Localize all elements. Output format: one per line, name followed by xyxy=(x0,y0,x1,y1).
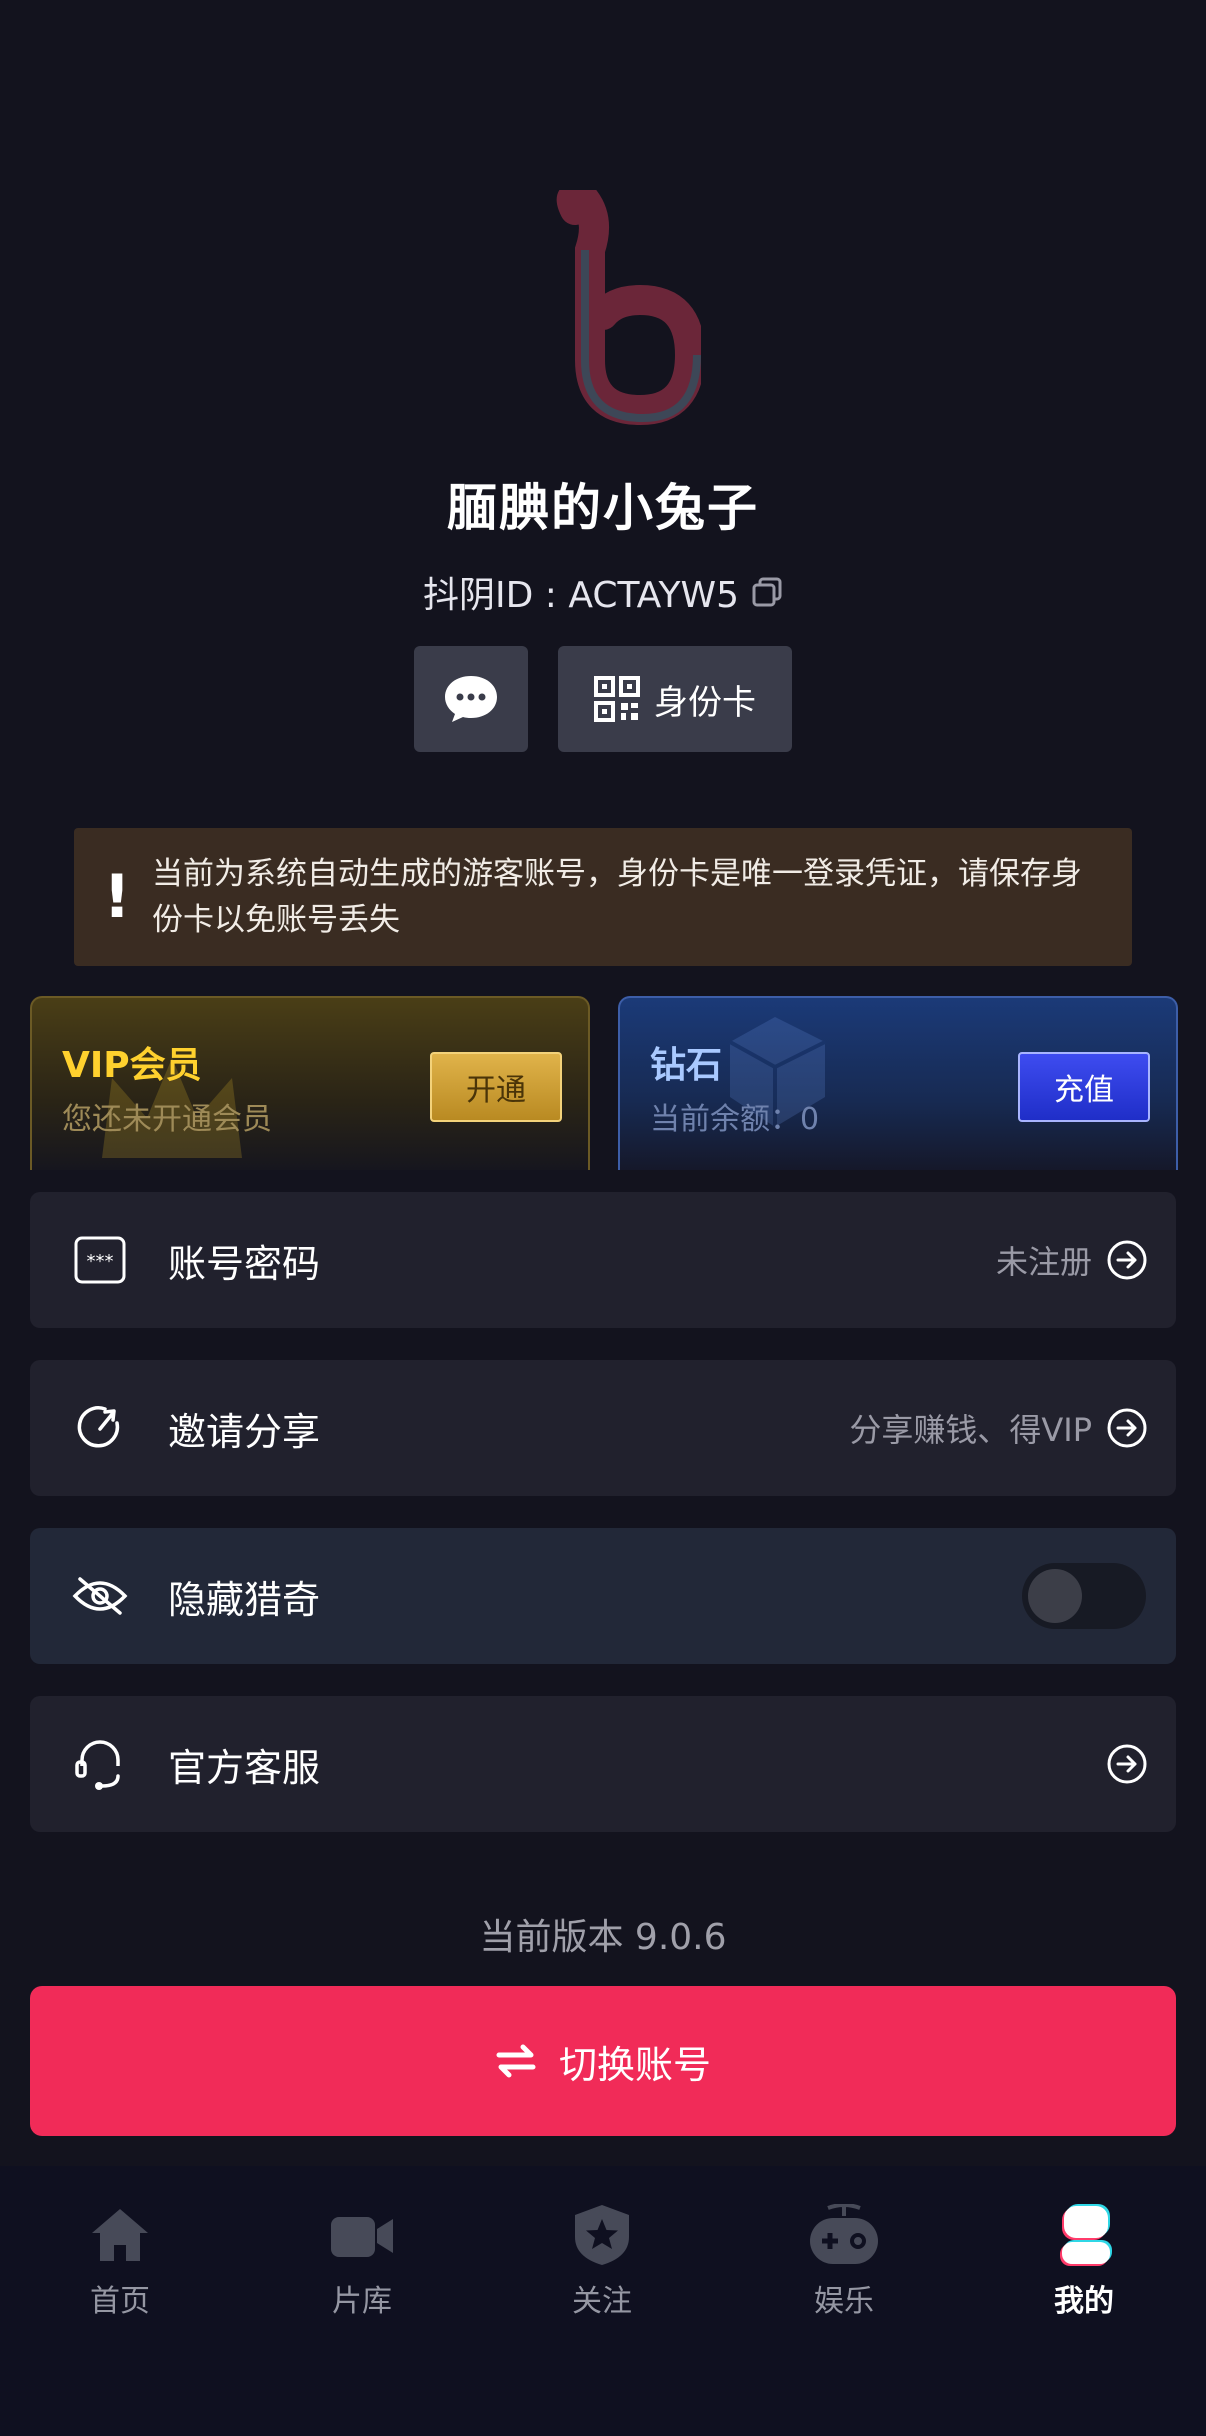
tab-label: 娱乐 xyxy=(814,2284,874,2319)
headset-icon xyxy=(70,1734,130,1794)
id-card-button[interactable]: 身份卡 xyxy=(558,646,792,752)
menu-hint: 分享赚钱、得VIP xyxy=(849,1411,1092,1449)
tab-label: 关注 xyxy=(572,2284,632,2319)
version-text: 当前版本 9.0.6 xyxy=(479,1917,727,1958)
user-id-row: 抖阴ID : ACTAYW5 xyxy=(0,566,1206,618)
tab-library[interactable]: 片库 xyxy=(282,2200,442,2320)
tab-label: 片库 xyxy=(332,2284,392,2319)
tab-entertainment[interactable]: 娱乐 xyxy=(764,2200,924,2320)
menu-item-hide-content: 隐藏猎奇 xyxy=(30,1528,1176,1664)
diamond-balance-label: 当前余额： xyxy=(650,1102,800,1137)
gamepad-icon xyxy=(764,2200,924,2270)
vip-card[interactable]: VIP会员 您还未开通会员 开通 xyxy=(30,996,590,1170)
id-card-label: 身份卡 xyxy=(654,682,756,723)
menu-item-account-password[interactable]: *** 账号密码 未注册 xyxy=(30,1192,1176,1328)
eye-hidden-icon xyxy=(70,1566,130,1626)
share-icon xyxy=(70,1398,130,1458)
diamond-title: 钻石 xyxy=(650,1045,723,1086)
toggle-knob xyxy=(1028,1569,1082,1623)
vip-title: VIP会员 xyxy=(62,1045,202,1086)
warning-icon: ! xyxy=(103,862,131,932)
star-shield-icon xyxy=(522,2200,682,2270)
menu-item-invite-share[interactable]: 邀请分享 分享赚钱、得VIP xyxy=(30,1360,1176,1496)
menu-item-customer-service[interactable]: 官方客服 xyxy=(30,1696,1176,1832)
home-icon xyxy=(40,2200,200,2270)
nickname: 腼腆的小兔子 xyxy=(447,479,759,537)
menu-status: 未注册 xyxy=(995,1243,1092,1281)
switch-account-button[interactable]: 切换账号 xyxy=(30,1986,1176,2136)
guest-account-notice: ! 当前为系统自动生成的游客账号，身份卡是唯一登录凭证，请保存身份卡以免账号丢失 xyxy=(74,828,1132,966)
copy-icon[interactable] xyxy=(751,576,783,608)
chat-bubble-icon xyxy=(445,676,497,722)
vip-open-button[interactable]: 开通 xyxy=(430,1052,562,1122)
swap-arrows-icon xyxy=(496,2044,536,2078)
arrow-right-circle-icon xyxy=(1107,1744,1147,1784)
tab-label: 首页 xyxy=(90,2284,150,2319)
notice-text: 当前为系统自动生成的游客账号，身份卡是唯一登录凭证，请保存身份卡以免账号丢失 xyxy=(152,856,1082,938)
user-id-text: 抖阴ID : ACTAYW5 xyxy=(422,575,739,616)
menu-label: 官方客服 xyxy=(168,1745,321,1790)
tab-follow[interactable]: 关注 xyxy=(522,2200,682,2320)
diamond-balance-value: 0 xyxy=(800,1102,820,1137)
menu-label: 邀请分享 xyxy=(168,1409,321,1454)
vip-subtitle: 您还未开通会员 xyxy=(62,1102,272,1137)
avatar[interactable] xyxy=(505,190,701,450)
tab-label: 我的 xyxy=(1054,2284,1114,2319)
bottom-tab-bar: 首页 片库 关注 娱乐 我的 xyxy=(0,2166,1206,2436)
menu-label: 账号密码 xyxy=(168,1241,321,1286)
profile-icon xyxy=(1004,2200,1164,2270)
menu-label: 隐藏猎奇 xyxy=(168,1577,321,1622)
hide-content-toggle[interactable] xyxy=(1022,1563,1146,1629)
diamond-card[interactable]: 钻石 当前余额：0 充值 xyxy=(618,996,1178,1170)
tab-mine[interactable]: 我的 xyxy=(1004,2200,1164,2320)
tab-home[interactable]: 首页 xyxy=(40,2200,200,2320)
password-icon: *** xyxy=(70,1230,130,1290)
switch-account-label: 切换账号 xyxy=(558,2042,711,2087)
video-camera-icon xyxy=(282,2200,442,2270)
message-button[interactable] xyxy=(414,646,528,752)
svg-text:***: *** xyxy=(87,1251,114,1272)
qr-code-icon xyxy=(594,676,640,722)
recharge-button[interactable]: 充值 xyxy=(1018,1052,1150,1122)
arrow-right-circle-icon xyxy=(1107,1240,1147,1280)
diamond-balance: 当前余额：0 xyxy=(650,1094,819,1138)
arrow-right-circle-icon xyxy=(1107,1408,1147,1448)
